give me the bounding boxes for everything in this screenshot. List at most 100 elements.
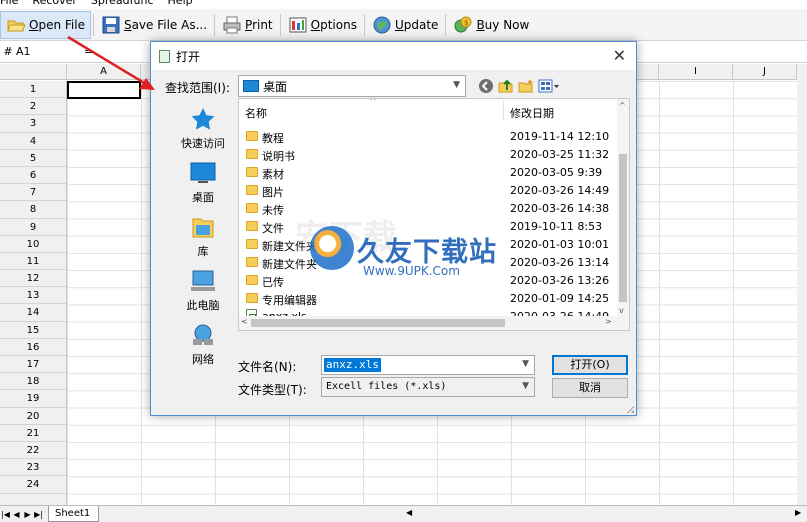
scroll-right-icon[interactable]: ▶	[795, 508, 801, 517]
dialog-app-icon	[159, 49, 170, 63]
chevron-down-icon[interactable]: v	[619, 306, 624, 315]
scroll-thumb[interactable]	[251, 319, 505, 327]
row-header[interactable]: 7	[0, 184, 66, 202]
row-header[interactable]: 20	[0, 408, 66, 425]
close-icon[interactable]: ✕	[613, 46, 626, 65]
file-list[interactable]: ^ 名称 修改日期 教程 2019-11-14 12:10 说明书 2020-0…	[238, 98, 630, 331]
sheet-tab-sheet1[interactable]: Sheet1	[48, 506, 100, 522]
column-header[interactable]: A	[67, 64, 141, 80]
sheet-vertical-scrollbar[interactable]	[797, 64, 807, 505]
column-separator[interactable]	[503, 101, 504, 121]
row-header[interactable]: 13	[0, 287, 66, 305]
row-header[interactable]: 18	[0, 373, 66, 391]
corner-cell[interactable]	[0, 64, 67, 80]
list-item[interactable]: 专用编辑器 2020-01-09 14:25	[239, 289, 619, 307]
menu-help[interactable]: Help	[168, 0, 193, 8]
row-header[interactable]: 24	[0, 476, 66, 494]
chevron-up-icon[interactable]: ^	[619, 101, 626, 110]
cancel-button[interactable]: 取消	[552, 378, 628, 398]
column-modified-date[interactable]: 修改日期	[510, 105, 554, 121]
row-header[interactable]: 23	[0, 459, 66, 477]
row-header[interactable]: 5	[0, 150, 66, 167]
row-header[interactable]: 1	[0, 81, 66, 99]
list-item[interactable]: 文件 2019-10-11 8:53	[239, 217, 619, 235]
row-header[interactable]: 2	[0, 98, 66, 116]
first-sheet-icon[interactable]: |◀	[0, 510, 11, 519]
row-header[interactable]: 8	[0, 201, 66, 219]
menu-spreadfunc[interactable]: Spreadfunc	[91, 0, 154, 8]
cell-reference[interactable]: A1	[16, 45, 76, 58]
list-item[interactable]: 新建文件夹 2020-01-03 10:01	[239, 235, 619, 253]
column-header[interactable]: J	[733, 64, 797, 80]
update-button[interactable]: Update	[367, 11, 443, 39]
chevron-down-icon[interactable]: ▼	[522, 359, 529, 369]
dialog-title-bar[interactable]: 打开 ✕	[151, 42, 636, 70]
toolbar-separator	[214, 13, 216, 36]
row-header[interactable]: 10	[0, 236, 66, 253]
row-header[interactable]: 6	[0, 167, 66, 185]
file-name-input[interactable]: anxz.xls ▼	[321, 355, 535, 375]
file-list-horizontal-scrollbar[interactable]: < >	[239, 316, 629, 330]
buy-now-button[interactable]: $ Buy Now	[448, 11, 534, 39]
scroll-thumb[interactable]	[619, 154, 627, 302]
place-network[interactable]: 网络	[165, 323, 241, 367]
list-item[interactable]: 素材 2020-03-05 9:39	[239, 163, 619, 181]
resize-grip[interactable]	[626, 405, 634, 413]
row-header[interactable]: 9	[0, 219, 66, 236]
active-cell-a1[interactable]	[67, 81, 141, 99]
look-in-value: 桌面	[263, 79, 288, 94]
row-header[interactable]: 3	[0, 115, 66, 133]
menu-file[interactable]: File	[0, 0, 18, 8]
new-folder-icon[interactable]	[518, 78, 534, 94]
scroll-left-icon[interactable]: ◀	[406, 508, 412, 517]
up-folder-icon[interactable]	[498, 78, 514, 94]
last-sheet-icon[interactable]: ▶|	[33, 510, 44, 519]
save-file-as-button[interactable]: Save File As...	[96, 11, 212, 39]
folder-icon	[246, 131, 258, 141]
options-button[interactable]: Options	[283, 11, 362, 39]
folder-icon	[246, 275, 258, 285]
folder-icon	[246, 257, 258, 267]
prev-sheet-icon[interactable]: ◀	[11, 510, 22, 519]
place-desktop[interactable]: 桌面	[165, 161, 241, 205]
list-item[interactable]: 新建文件夹 2020-03-26 13:14	[239, 253, 619, 271]
row-header[interactable]: 15	[0, 322, 66, 339]
row-header[interactable]: 12	[0, 270, 66, 288]
dialog-title: 打开	[176, 49, 201, 64]
desktop-icon	[243, 80, 259, 92]
open-file-dialog: 打开 ✕ 查找范围(I): 桌面 ▼ 快速访问 桌面 库 此电脑 网络 ^ 名称…	[150, 41, 637, 416]
open-button[interactable]: 打开(O)	[552, 355, 628, 375]
row-header[interactable]: 11	[0, 253, 66, 271]
menu-recover[interactable]: Recover	[32, 0, 77, 8]
row-header[interactable]: 22	[0, 442, 66, 460]
row-header[interactable]: 21	[0, 425, 66, 442]
column-name[interactable]: 名称	[245, 105, 267, 121]
row-header[interactable]: 14	[0, 304, 66, 322]
list-item[interactable]: 教程 2019-11-14 12:10	[239, 127, 619, 145]
place-library[interactable]: 库	[165, 215, 241, 259]
place-quick-access[interactable]: 快速访问	[165, 107, 241, 151]
row-header[interactable]: 16	[0, 339, 66, 356]
row-header[interactable]: 19	[0, 390, 66, 408]
star-icon	[188, 107, 218, 131]
look-in-dropdown[interactable]: 桌面 ▼	[238, 75, 466, 97]
view-menu-icon[interactable]	[538, 78, 560, 94]
print-button[interactable]: Print	[217, 11, 278, 39]
chevron-right-icon[interactable]: >	[605, 317, 612, 326]
back-icon[interactable]	[478, 78, 494, 94]
file-type-dropdown[interactable]: Excell files (*.xls) ▼	[321, 377, 535, 397]
file-list-vertical-scrollbar[interactable]: ^ v	[617, 99, 629, 318]
open-file-button[interactable]: Open File	[0, 10, 91, 39]
list-item[interactable]: 未传 2020-03-26 14:38	[239, 199, 619, 217]
row-header[interactable]: 17	[0, 356, 66, 374]
chevron-left-icon[interactable]: <	[241, 317, 248, 326]
list-item[interactable]: 说明书 2020-03-25 11:32	[239, 145, 619, 163]
next-sheet-icon[interactable]: ▶	[22, 510, 33, 519]
places-bar: 快速访问 桌面 库 此电脑 网络	[165, 103, 241, 371]
list-item[interactable]: 已传 2020-03-26 13:26	[239, 271, 619, 289]
row-header[interactable]: 4	[0, 133, 66, 150]
sheet-horizontal-scrollbar[interactable]: ◀ ▶	[403, 506, 807, 521]
column-header[interactable]: I	[659, 64, 733, 80]
place-this-pc[interactable]: 此电脑	[165, 269, 241, 313]
list-item[interactable]: 图片 2020-03-26 14:49	[239, 181, 619, 199]
